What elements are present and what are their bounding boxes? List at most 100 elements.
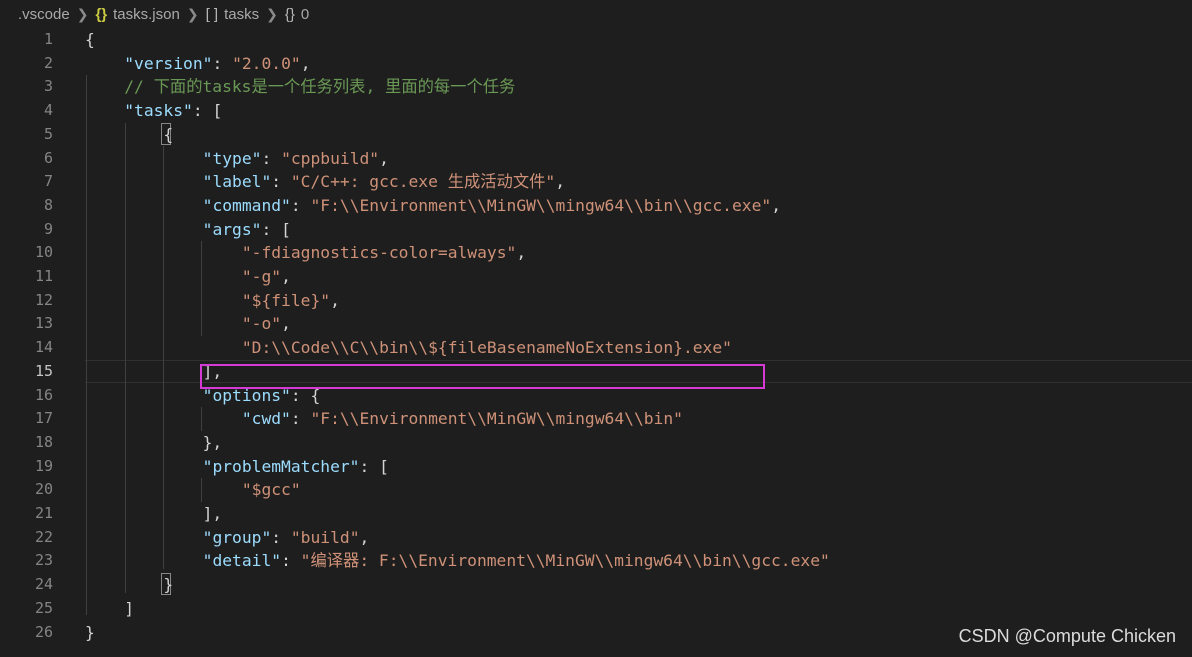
code-punctuation: : [ bbox=[192, 101, 223, 121]
code-punctuation: : [ bbox=[261, 219, 291, 239]
line-number: 11 bbox=[34, 267, 53, 285]
code-text: } bbox=[85, 621, 95, 645]
code-line[interactable]: 9 "args": [ bbox=[0, 218, 1192, 242]
code-punctuation: , bbox=[516, 243, 527, 263]
chevron-right-icon: ❯ bbox=[186, 5, 199, 22]
code-punctuation: , bbox=[300, 53, 311, 73]
line-number: 12 bbox=[34, 290, 53, 309]
json-key: "type" bbox=[202, 148, 262, 168]
code-editor[interactable]: 1{2 "version": "2.0.0", 3 // 下面的tasks是一个任… bbox=[0, 28, 1192, 657]
code-line[interactable]: 8 "command": "F:\\Environment\\MinGW\\mi… bbox=[0, 194, 1192, 218]
breadcrumb-folder[interactable]: .vscode bbox=[18, 6, 70, 23]
code-line[interactable]: 24 } bbox=[0, 573, 1192, 597]
json-key: "group" bbox=[202, 527, 272, 547]
line-number: 24 bbox=[34, 575, 53, 594]
line-number: 1 bbox=[43, 30, 53, 48]
code-punctuation: } bbox=[85, 622, 95, 642]
code-line[interactable]: 7 "label": "C/C++: gcc.exe 生成活动文件", bbox=[0, 170, 1192, 194]
code-punctuation bbox=[85, 338, 242, 357]
code-line[interactable]: 12 "${file}", bbox=[0, 289, 1192, 313]
json-key: "cwd" bbox=[241, 409, 291, 429]
code-punctuation bbox=[85, 243, 242, 262]
code-punctuation: : [ bbox=[359, 456, 389, 476]
line-number: 23 bbox=[34, 551, 53, 570]
breadcrumb-file[interactable]: {} tasks.json bbox=[95, 6, 179, 23]
code-line[interactable]: 3 // 下面的tasks是一个任务列表, 里面的每一个任务 bbox=[0, 75, 1192, 99]
code-text: "-o", bbox=[85, 312, 291, 336]
breadcrumb-symbol-object[interactable]: {} 0 bbox=[285, 6, 309, 23]
code-punctuation: { bbox=[85, 30, 95, 49]
code-punctuation bbox=[85, 149, 203, 168]
code-text: } bbox=[85, 573, 173, 597]
code-text: "version": "2.0.0", bbox=[85, 52, 311, 76]
line-number: 17 bbox=[34, 409, 53, 428]
json-string: "cppbuild" bbox=[281, 148, 380, 168]
line-number: 10 bbox=[34, 243, 53, 262]
code-line[interactable]: 23 "detail": "编译器: F:\\Environment\\MinG… bbox=[0, 549, 1192, 573]
code-line[interactable]: 25 ] bbox=[0, 597, 1192, 621]
code-punctuation: , bbox=[379, 148, 389, 168]
code-text: "detail": "编译器: F:\\Environment\\MinGW\\… bbox=[85, 549, 830, 573]
json-string: "${file}" bbox=[241, 290, 331, 310]
code-text: "$gcc" bbox=[85, 478, 301, 502]
code-punctuation: : bbox=[290, 409, 311, 429]
code-line[interactable]: 4 "tasks": [ bbox=[0, 99, 1192, 123]
code-text: "${file}", bbox=[85, 289, 340, 313]
json-key: "label" bbox=[202, 172, 272, 192]
line-number: 15 bbox=[34, 361, 53, 380]
code-text: "label": "C/C++: gcc.exe 生成活动文件", bbox=[85, 170, 565, 194]
code-text: "-fdiagnostics-color=always", bbox=[85, 241, 526, 265]
code-line[interactable]: 2 "version": "2.0.0", bbox=[0, 52, 1192, 76]
json-key: "command" bbox=[202, 195, 291, 215]
line-number: 22 bbox=[34, 527, 53, 546]
code-line[interactable]: 10 "-fdiagnostics-color=always", bbox=[0, 241, 1192, 265]
code-line[interactable]: 13 "-o", bbox=[0, 312, 1192, 336]
code-text: { bbox=[85, 123, 173, 147]
code-line[interactable]: 21 ], bbox=[0, 502, 1192, 526]
line-number: 2 bbox=[43, 53, 53, 72]
line-number: 14 bbox=[34, 338, 53, 357]
line-number: 25 bbox=[34, 598, 53, 617]
code-punctuation bbox=[85, 528, 203, 547]
json-key: "problemMatcher" bbox=[202, 456, 360, 476]
code-line[interactable]: 1{ bbox=[0, 28, 1192, 52]
json-key: "args" bbox=[202, 219, 262, 239]
code-line[interactable]: 17 "cwd": "F:\\Environment\\MinGW\\mingw… bbox=[0, 407, 1192, 431]
code-text: "cwd": "F:\\Environment\\MinGW\\mingw64\… bbox=[85, 407, 683, 431]
code-line[interactable]: 11 "-g", bbox=[0, 265, 1192, 289]
line-number: 9 bbox=[43, 219, 53, 238]
code-text: "group": "build", bbox=[85, 526, 370, 550]
json-string: "$gcc" bbox=[241, 480, 301, 500]
code-line[interactable]: 18 }, bbox=[0, 431, 1192, 455]
code-line[interactable]: 6 "type": "cppbuild", bbox=[0, 147, 1192, 171]
code-punctuation: : bbox=[290, 195, 311, 215]
line-number: 5 bbox=[43, 124, 53, 143]
code-punctuation: , bbox=[281, 267, 291, 286]
breadcrumb-symbol-tasks[interactable]: [ ] tasks bbox=[206, 6, 260, 23]
code-line[interactable]: 14 "D:\\Code\\C\\bin\\${fileBasenameNoEx… bbox=[0, 336, 1192, 360]
line-number: 13 bbox=[34, 314, 53, 333]
code-line[interactable]: 5 { bbox=[0, 123, 1192, 147]
json-string: "build" bbox=[290, 527, 360, 547]
code-punctuation bbox=[85, 54, 124, 73]
code-text: ], bbox=[85, 502, 223, 526]
line-number: 4 bbox=[43, 101, 53, 120]
code-punctuation: ], bbox=[85, 504, 223, 523]
object-symbol-icon: {} bbox=[284, 5, 295, 23]
array-symbol-icon: [ ] bbox=[205, 5, 219, 23]
line-number: 3 bbox=[43, 77, 53, 96]
breadcrumb-file-label: tasks.json bbox=[113, 5, 180, 23]
code-punctuation: { bbox=[85, 124, 174, 144]
code-line[interactable]: 20 "$gcc" bbox=[0, 478, 1192, 502]
watermark: CSDN @Compute Chicken bbox=[958, 626, 1176, 646]
line-number: 21 bbox=[34, 504, 53, 522]
code-text: "D:\\Code\\C\\bin\\${fileBasenameNoExten… bbox=[85, 336, 732, 360]
code-line[interactable]: 22 "group": "build", bbox=[0, 526, 1192, 550]
code-punctuation: , bbox=[330, 290, 340, 310]
code-punctuation bbox=[85, 77, 124, 96]
code-line[interactable]: 19 "problemMatcher": [ bbox=[0, 455, 1192, 479]
json-key: "detail" bbox=[202, 551, 282, 571]
breadcrumb: .vscode ❯ {} tasks.json ❯ [ ] tasks ❯ {}… bbox=[18, 0, 309, 28]
code-text: "command": "F:\\Environment\\MinGW\\ming… bbox=[85, 194, 781, 218]
code-punctuation: : bbox=[281, 551, 301, 571]
